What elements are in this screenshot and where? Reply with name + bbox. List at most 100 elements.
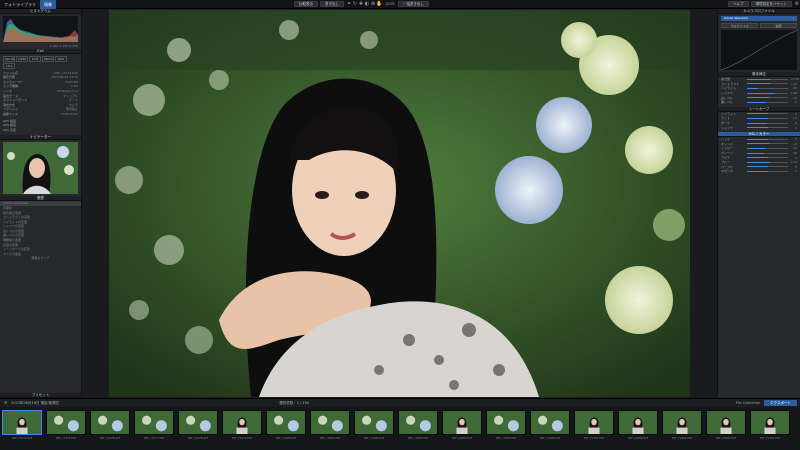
thumbnail[interactable] bbox=[442, 410, 482, 435]
thumbnail-caption: DSF_10177.RAF bbox=[143, 437, 165, 440]
profile-select[interactable]: Adobe Standard ▾ bbox=[721, 16, 797, 21]
history-item-label: マスクの追加 bbox=[3, 251, 22, 256]
slider-row[interactable]: マゼンタ 0 bbox=[718, 169, 800, 174]
thumbnail[interactable] bbox=[46, 410, 86, 435]
slider-fill bbox=[747, 166, 768, 168]
slider-fill bbox=[747, 147, 766, 149]
navigator-preview[interactable] bbox=[3, 142, 78, 195]
slider-track[interactable] bbox=[747, 152, 788, 154]
navigator-header[interactable]: ナビゲーター bbox=[0, 135, 81, 141]
thumbnail[interactable] bbox=[354, 410, 394, 435]
slider-track[interactable] bbox=[747, 87, 788, 89]
exif-badge: RAW bbox=[55, 55, 67, 62]
slider-track[interactable] bbox=[747, 113, 788, 115]
thumbnail[interactable] bbox=[530, 410, 570, 435]
thumbnail-image bbox=[487, 411, 525, 434]
slider-value: 0 bbox=[795, 169, 797, 174]
filmstrip-header: ☰ 2023年06月18日 撮影/紫陽花 選択枚数：1 / 250 File C… bbox=[0, 399, 800, 407]
help-button[interactable]: ヘルプ bbox=[728, 1, 749, 7]
batch-export-button[interactable]: 一括書き出し bbox=[398, 1, 430, 7]
profile-button[interactable]: 適用 bbox=[760, 23, 797, 28]
hand-icon[interactable]: ✋ bbox=[376, 1, 382, 7]
slider-track[interactable] bbox=[747, 97, 788, 99]
profile-header[interactable]: カメラプロファイル bbox=[718, 9, 800, 14]
thumbnail-image bbox=[751, 411, 789, 434]
slider-track[interactable] bbox=[747, 83, 788, 85]
profile-value: Adobe Standard bbox=[724, 16, 749, 20]
left-panel: ヒストグラム R 255 G 255 B 255 Exif ISO 400 1/2… bbox=[0, 9, 82, 398]
output-button[interactable]: 書き出し bbox=[320, 1, 344, 7]
thumbnail-image bbox=[531, 411, 569, 434]
clear-history-button[interactable]: 履歴をクリア bbox=[31, 256, 49, 261]
slider-label: 黒レベル bbox=[721, 100, 734, 105]
slider-track[interactable] bbox=[747, 143, 788, 145]
slider-fill bbox=[747, 78, 770, 80]
thumbnail-caption: DSF_10191.RAF bbox=[759, 437, 781, 440]
thumbnail[interactable] bbox=[750, 410, 790, 435]
slider-track[interactable] bbox=[747, 117, 788, 119]
thumbnail[interactable] bbox=[222, 410, 262, 435]
thumbnail[interactable] bbox=[90, 410, 130, 435]
slider-track[interactable] bbox=[747, 127, 788, 129]
slider-fill bbox=[747, 161, 771, 163]
thumbnail[interactable] bbox=[574, 410, 614, 435]
slider-row[interactable]: シャドウ 0 bbox=[718, 125, 800, 130]
thumbnail-caption: DSF_10182.RAF bbox=[363, 437, 385, 440]
photo-image bbox=[109, 10, 690, 397]
thumbnail[interactable] bbox=[618, 410, 658, 435]
slider-track[interactable] bbox=[747, 147, 788, 149]
file-collection-button[interactable]: File Collection bbox=[736, 401, 760, 405]
thumbnail[interactable] bbox=[178, 410, 218, 435]
thumbnail-image bbox=[135, 411, 173, 434]
thumbnail[interactable] bbox=[134, 410, 174, 435]
tab-develop[interactable]: 現像 bbox=[40, 0, 56, 9]
right-panel: カメラプロファイル Adobe Standard ▾ プロファイル 適用 基本補正 … bbox=[717, 9, 800, 398]
thumbnail-caption: DSF_10188.RAF bbox=[627, 437, 649, 440]
slider-track[interactable] bbox=[747, 122, 788, 124]
profile-button[interactable]: プロファイル bbox=[721, 23, 758, 28]
history-list: Advanced Preset 初期化 露光量の変更 コントラストの変更 ハイライトの変… bbox=[0, 201, 81, 256]
gear-icon[interactable]: ⚙ bbox=[794, 1, 800, 7]
slider-row[interactable]: 黒レベル -6 bbox=[718, 100, 800, 105]
thumbnail-caption: DSF_10190.RAF bbox=[715, 437, 737, 440]
reset-settings-button[interactable]: 環境設定をリセット bbox=[750, 1, 792, 7]
compare-button[interactable]: 比較表示 bbox=[294, 1, 318, 7]
thumbnail[interactable] bbox=[706, 410, 746, 435]
thumbnail-image bbox=[3, 411, 41, 434]
thumbnail[interactable] bbox=[310, 410, 350, 435]
slider-track[interactable] bbox=[747, 157, 788, 159]
filter-icon[interactable]: ☰ bbox=[4, 401, 7, 405]
navigator-image bbox=[3, 142, 78, 195]
thumbnail-caption: DSF_10186.RAF bbox=[539, 437, 561, 440]
slider-track[interactable] bbox=[747, 170, 788, 172]
chevron-down-icon: ▾ bbox=[792, 16, 794, 20]
thumbnail[interactable] bbox=[2, 410, 42, 435]
left-gutter bbox=[82, 9, 109, 398]
gps-row-key: GPS 高度 bbox=[3, 127, 16, 132]
thumbnail[interactable] bbox=[266, 410, 306, 435]
histogram-header[interactable]: ヒストグラム bbox=[0, 9, 81, 14]
slider-track[interactable] bbox=[747, 138, 788, 140]
thumbnail[interactable] bbox=[486, 410, 526, 435]
thumbnail-image bbox=[311, 411, 349, 434]
slider-value: 0 bbox=[795, 125, 797, 130]
slider-track[interactable] bbox=[747, 78, 788, 80]
thumbnail[interactable] bbox=[662, 410, 702, 435]
meta-row: 画像サイズ 7728×5152 bbox=[0, 112, 81, 117]
meta-row-value: 7728×5152 bbox=[60, 111, 78, 116]
slider-fill bbox=[747, 152, 764, 154]
exif-badge: 85mm bbox=[42, 55, 54, 62]
export-button[interactable]: エクスポート bbox=[764, 400, 797, 406]
tab-library[interactable]: フォトライブラリ bbox=[0, 0, 40, 9]
slider-value: -6 bbox=[794, 100, 797, 105]
thumbnail[interactable] bbox=[398, 410, 438, 435]
slider-track[interactable] bbox=[747, 101, 788, 103]
profile-buttons: プロファイル 適用 bbox=[718, 23, 800, 28]
main-photo[interactable] bbox=[109, 10, 690, 397]
slider-track[interactable] bbox=[747, 166, 788, 168]
gps-row: GPS 高度 bbox=[0, 128, 81, 133]
slider-track[interactable] bbox=[747, 92, 788, 94]
slider-track[interactable] bbox=[747, 161, 788, 163]
thumbnail-image bbox=[575, 411, 613, 434]
thumbnail-image bbox=[663, 411, 701, 434]
